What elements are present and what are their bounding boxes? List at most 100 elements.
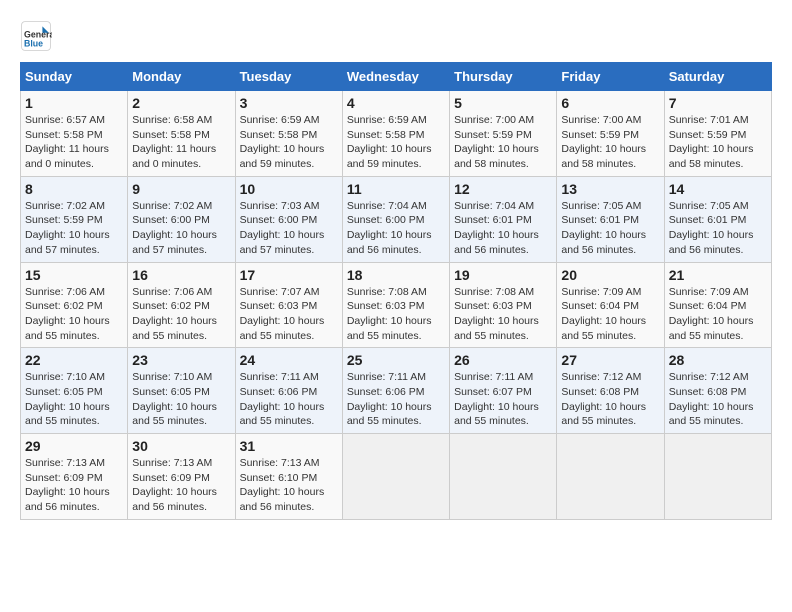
day-number: 6 — [561, 95, 659, 111]
logo: General Blue — [20, 20, 56, 52]
calendar-day-cell: 28 Sunrise: 7:12 AM Sunset: 6:08 PM Dayli… — [664, 348, 771, 434]
calendar-day-cell: 25 Sunrise: 7:11 AM Sunset: 6:06 PM Dayli… — [342, 348, 449, 434]
day-info: Sunrise: 7:00 AM Sunset: 5:59 PM Dayligh… — [561, 113, 659, 172]
calendar-day-cell — [557, 434, 664, 520]
calendar-day-cell: 13 Sunrise: 7:05 AM Sunset: 6:01 PM Dayli… — [557, 176, 664, 262]
day-number: 14 — [669, 181, 767, 197]
day-number: 30 — [132, 438, 230, 454]
calendar-day-cell: 5Sunrise: 7:00 AM Sunset: 5:59 PM Daylig… — [450, 91, 557, 177]
weekday-header: Wednesday — [342, 63, 449, 91]
day-number: 17 — [240, 267, 338, 283]
calendar-day-cell: 21 Sunrise: 7:09 AM Sunset: 6:04 PM Dayli… — [664, 262, 771, 348]
calendar-day-cell: 9 Sunrise: 7:02 AM Sunset: 6:00 PM Daylig… — [128, 176, 235, 262]
calendar-day-cell: 16 Sunrise: 7:06 AM Sunset: 6:02 PM Dayli… — [128, 262, 235, 348]
day-info: Sunrise: 7:11 AM Sunset: 6:06 PM Dayligh… — [240, 370, 338, 429]
day-number: 8 — [25, 181, 123, 197]
calendar-day-cell: 24Sunrise: 7:11 AM Sunset: 6:06 PM Dayli… — [235, 348, 342, 434]
weekday-header: Monday — [128, 63, 235, 91]
day-number: 22 — [25, 352, 123, 368]
day-info: Sunrise: 7:12 AM Sunset: 6:08 PM Dayligh… — [669, 370, 767, 429]
calendar-day-cell: 7Sunrise: 7:01 AM Sunset: 5:59 PM Daylig… — [664, 91, 771, 177]
calendar-header: SundayMondayTuesdayWednesdayThursdayFrid… — [21, 63, 772, 91]
calendar-day-cell: 3Sunrise: 6:59 AM Sunset: 5:58 PM Daylig… — [235, 91, 342, 177]
day-number: 4 — [347, 95, 445, 111]
day-number: 31 — [240, 438, 338, 454]
calendar-day-cell: 14Sunrise: 7:05 AM Sunset: 6:01 PM Dayli… — [664, 176, 771, 262]
svg-text:Blue: Blue — [24, 38, 43, 48]
calendar-day-cell: 27 Sunrise: 7:12 AM Sunset: 6:08 PM Dayli… — [557, 348, 664, 434]
calendar-day-cell: 23Sunrise: 7:10 AM Sunset: 6:05 PM Dayli… — [128, 348, 235, 434]
day-info: Sunrise: 7:00 AM Sunset: 5:59 PM Dayligh… — [454, 113, 552, 172]
day-info: Sunrise: 7:11 AM Sunset: 6:06 PM Dayligh… — [347, 370, 445, 429]
day-number: 29 — [25, 438, 123, 454]
day-number: 10 — [240, 181, 338, 197]
day-info: Sunrise: 7:09 AM Sunset: 6:04 PM Dayligh… — [561, 285, 659, 344]
day-info: Sunrise: 7:12 AM Sunset: 6:08 PM Dayligh… — [561, 370, 659, 429]
day-number: 11 — [347, 181, 445, 197]
calendar-day-cell: 10Sunrise: 7:03 AM Sunset: 6:00 PM Dayli… — [235, 176, 342, 262]
day-number: 1 — [25, 95, 123, 111]
day-info: Sunrise: 7:11 AM Sunset: 6:07 PM Dayligh… — [454, 370, 552, 429]
calendar-week-row: 8Sunrise: 7:02 AM Sunset: 5:59 PM Daylig… — [21, 176, 772, 262]
day-number: 27 — [561, 352, 659, 368]
page-header: General Blue — [20, 20, 772, 52]
calendar-day-cell — [664, 434, 771, 520]
day-number: 21 — [669, 267, 767, 283]
calendar-day-cell: 22 Sunrise: 7:10 AM Sunset: 6:05 PM Dayli… — [21, 348, 128, 434]
calendar-day-cell: 18 Sunrise: 7:08 AM Sunset: 6:03 PM Dayli… — [342, 262, 449, 348]
day-info: Sunrise: 7:13 AM Sunset: 6:10 PM Dayligh… — [240, 456, 338, 515]
day-info: Sunrise: 7:09 AM Sunset: 6:04 PM Dayligh… — [669, 285, 767, 344]
day-number: 18 — [347, 267, 445, 283]
day-number: 28 — [669, 352, 767, 368]
calendar-week-row: 22 Sunrise: 7:10 AM Sunset: 6:05 PM Dayli… — [21, 348, 772, 434]
day-info: Sunrise: 6:58 AM Sunset: 5:58 PM Dayligh… — [132, 113, 230, 172]
calendar-day-cell — [342, 434, 449, 520]
weekday-header: Thursday — [450, 63, 557, 91]
calendar-day-cell: 19 Sunrise: 7:08 AM Sunset: 6:03 PM Dayli… — [450, 262, 557, 348]
day-number: 25 — [347, 352, 445, 368]
calendar-day-cell: 6 Sunrise: 7:00 AM Sunset: 5:59 PM Daylig… — [557, 91, 664, 177]
day-info: Sunrise: 7:13 AM Sunset: 6:09 PM Dayligh… — [132, 456, 230, 515]
calendar-day-cell: 26 Sunrise: 7:11 AM Sunset: 6:07 PM Dayli… — [450, 348, 557, 434]
day-number: 9 — [132, 181, 230, 197]
weekday-header: Sunday — [21, 63, 128, 91]
weekday-header: Tuesday — [235, 63, 342, 91]
calendar-day-cell: 2Sunrise: 6:58 AM Sunset: 5:58 PM Daylig… — [128, 91, 235, 177]
day-info: Sunrise: 7:13 AM Sunset: 6:09 PM Dayligh… — [25, 456, 123, 515]
day-info: Sunrise: 7:04 AM Sunset: 6:01 PM Dayligh… — [454, 199, 552, 258]
day-info: Sunrise: 7:02 AM Sunset: 6:00 PM Dayligh… — [132, 199, 230, 258]
day-info: Sunrise: 7:08 AM Sunset: 6:03 PM Dayligh… — [347, 285, 445, 344]
calendar-week-row: 1 Sunrise: 6:57 AM Sunset: 5:58 PM Daylig… — [21, 91, 772, 177]
day-info: Sunrise: 7:06 AM Sunset: 6:02 PM Dayligh… — [25, 285, 123, 344]
day-number: 19 — [454, 267, 552, 283]
calendar-day-cell: 17 Sunrise: 7:07 AM Sunset: 6:03 PM Dayli… — [235, 262, 342, 348]
calendar-week-row: 15 Sunrise: 7:06 AM Sunset: 6:02 PM Dayli… — [21, 262, 772, 348]
day-number: 13 — [561, 181, 659, 197]
calendar-day-cell: 4 Sunrise: 6:59 AM Sunset: 5:58 PM Daylig… — [342, 91, 449, 177]
day-info: Sunrise: 7:10 AM Sunset: 6:05 PM Dayligh… — [25, 370, 123, 429]
day-number: 20 — [561, 267, 659, 283]
calendar-day-cell: 15 Sunrise: 7:06 AM Sunset: 6:02 PM Dayli… — [21, 262, 128, 348]
day-info: Sunrise: 7:01 AM Sunset: 5:59 PM Dayligh… — [669, 113, 767, 172]
day-number: 23 — [132, 352, 230, 368]
weekday-header: Friday — [557, 63, 664, 91]
day-info: Sunrise: 7:08 AM Sunset: 6:03 PM Dayligh… — [454, 285, 552, 344]
weekday-header: Saturday — [664, 63, 771, 91]
calendar-week-row: 29 Sunrise: 7:13 AM Sunset: 6:09 PM Dayli… — [21, 434, 772, 520]
day-number: 3 — [240, 95, 338, 111]
day-number: 12 — [454, 181, 552, 197]
day-number: 16 — [132, 267, 230, 283]
calendar-day-cell: 11 Sunrise: 7:04 AM Sunset: 6:00 PM Dayli… — [342, 176, 449, 262]
day-number: 15 — [25, 267, 123, 283]
calendar-day-cell: 20 Sunrise: 7:09 AM Sunset: 6:04 PM Dayli… — [557, 262, 664, 348]
day-info: Sunrise: 7:07 AM Sunset: 6:03 PM Dayligh… — [240, 285, 338, 344]
day-info: Sunrise: 7:05 AM Sunset: 6:01 PM Dayligh… — [561, 199, 659, 258]
day-info: Sunrise: 7:04 AM Sunset: 6:00 PM Dayligh… — [347, 199, 445, 258]
calendar-day-cell — [450, 434, 557, 520]
day-info: Sunrise: 7:06 AM Sunset: 6:02 PM Dayligh… — [132, 285, 230, 344]
day-info: Sunrise: 6:57 AM Sunset: 5:58 PM Dayligh… — [25, 113, 123, 172]
calendar-day-cell: 1 Sunrise: 6:57 AM Sunset: 5:58 PM Daylig… — [21, 91, 128, 177]
day-number: 26 — [454, 352, 552, 368]
day-info: Sunrise: 6:59 AM Sunset: 5:58 PM Dayligh… — [347, 113, 445, 172]
calendar-day-cell: 31 Sunrise: 7:13 AM Sunset: 6:10 PM Dayli… — [235, 434, 342, 520]
